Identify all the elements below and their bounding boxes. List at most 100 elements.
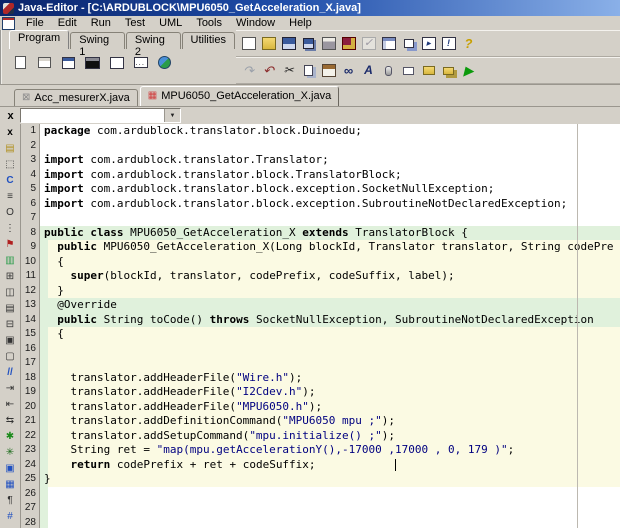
find-button[interactable]: ∞ [339,61,358,80]
code-text[interactable]: } [40,472,620,487]
code-text[interactable]: public class MPU6050_GetAcceleration_X e… [40,225,620,240]
code-text[interactable]: return codePrefix + ret + codeSuffix; [40,457,620,472]
file-tab[interactable]: ⊠ Acc_mesurerX.java [14,89,138,106]
code-text[interactable]: translator.addHeaderFile("Wire.h"); [40,370,620,385]
frame-split-icon[interactable]: ⊞ [2,269,18,285]
menu-test[interactable]: Test [118,17,152,29]
object-icon[interactable]: O [2,205,18,221]
search-input[interactable] [21,109,164,122]
code-editor[interactable]: 1 package com.ardublock.translator.block.… [21,124,620,528]
code-text[interactable] [40,515,620,528]
code-text[interactable]: { [40,254,620,269]
colors-icon[interactable]: ▥ [2,253,18,269]
window-button[interactable] [107,53,126,72]
menu-window[interactable]: Window [229,17,282,29]
frame-grid-icon[interactable]: ⊟ [2,317,18,333]
menu-edit[interactable]: Edit [51,17,84,29]
code-text[interactable]: translator.addHeaderFile("MPU6050.h"); [40,399,620,414]
code-text[interactable]: String ret = "map(mpu.getAccelerationY()… [40,443,620,458]
mouse-button[interactable] [379,61,398,80]
run-button[interactable]: ▶ [459,61,478,80]
file-tab[interactable]: ▦ MPU6050_GetAcceleration_X.java [139,86,340,106]
font-size-button[interactable]: A [359,61,378,80]
code-text[interactable]: } [40,283,620,298]
reformat-icon[interactable]: ⇆ [2,413,18,429]
tree-dark-icon[interactable]: ✳ [2,445,18,461]
applet-button[interactable] [155,53,174,72]
dialog-button[interactable]: ... [131,53,150,72]
structured-page-button[interactable] [35,53,54,72]
code-text[interactable] [40,501,620,516]
code-text[interactable]: public MPU6050_GetAcceleration_X(Long bl… [40,240,620,255]
code-text[interactable] [40,341,620,356]
search-combobox[interactable]: ▼ [20,108,181,123]
panel-alt-icon[interactable]: ▦ [2,477,18,493]
redo-button[interactable]: ↷ [239,61,258,80]
frame-button[interactable] [59,53,78,72]
menu-tools[interactable]: Tools [189,17,229,29]
close-pane-icon[interactable]: x [2,125,18,141]
menu-help[interactable]: Help [282,17,319,29]
code-text[interactable]: import com.ardublock.translator.block.Tr… [40,167,620,182]
paste-button[interactable] [319,61,338,80]
flag-icon[interactable]: ⚑ [2,237,18,253]
code-text[interactable]: import com.ardublock.translator.block.ex… [40,196,620,211]
help-button[interactable]: ? [459,34,478,53]
code-text[interactable] [40,211,620,226]
compile-button[interactable] [339,34,358,53]
selection-frame-icon[interactable]: ⬚ [2,157,18,173]
code-text[interactable]: super(blockId, translator, codePrefix, c… [40,269,620,284]
open-class-button[interactable] [419,61,438,80]
open-file-button[interactable] [259,34,278,53]
browser-window-button[interactable]: ▸ [419,34,438,53]
menu-uml[interactable]: UML [152,17,189,29]
frame-empty-icon[interactable]: ▢ [2,349,18,365]
code-text[interactable] [40,356,620,371]
code-text[interactable]: @Override [40,298,620,313]
dots-icon[interactable]: ⋮ [2,221,18,237]
menu-run[interactable]: Run [84,17,118,29]
close-search-button[interactable]: x [5,110,16,122]
code-text[interactable]: translator.addSetupCommand("mpu.initiali… [40,428,620,443]
outdent-icon[interactable]: ⇤ [2,397,18,413]
save-all-button[interactable] [299,34,318,53]
new-file-button[interactable] [239,34,258,53]
new-program-button[interactable] [11,53,30,72]
palette-tab-program[interactable]: Program [9,30,70,49]
child-window-icon[interactable] [2,16,15,30]
panel-icon[interactable]: ▣ [2,461,18,477]
frame-columns-icon[interactable]: ◫ [2,285,18,301]
tree-icon[interactable]: ✱ [2,429,18,445]
console-window-button[interactable]: ! [439,34,458,53]
open-project-button[interactable] [439,61,458,80]
indent-icon[interactable]: ⇥ [2,381,18,397]
code-text[interactable]: translator.addHeaderFile("I2Cdev.h"); [40,385,620,400]
chevron-down-icon[interactable]: ▼ [164,109,180,122]
palette-tab-swing2[interactable]: Swing 2 [125,32,181,58]
code-text[interactable]: import com.ardublock.translator.block.ex… [40,182,620,197]
code-text[interactable] [40,138,620,153]
check-button-disabled[interactable]: ✓ [359,34,378,53]
code-text[interactable]: import com.ardublock.translator.Translat… [40,153,620,168]
palette-tab-swing1[interactable]: Swing 1 [70,32,125,58]
save-button[interactable] [279,34,298,53]
code-text[interactable]: package com.ardublock.translator.block.D… [40,124,620,139]
menu-file[interactable]: File [19,17,51,29]
console-button[interactable] [83,53,102,72]
hash-icon[interactable]: # [2,509,18,525]
cascade-windows-button[interactable] [399,34,418,53]
frame-rows-icon[interactable]: ▤ [2,301,18,317]
copy-button[interactable] [299,61,318,80]
class-icon[interactable]: C [2,173,18,189]
code-text[interactable] [40,486,620,501]
pilcrow-icon[interactable]: ¶ [2,493,18,509]
structogram-button[interactable] [379,34,398,53]
comment-icon[interactable]: // [2,365,18,381]
open-folder-icon[interactable]: ▤ [2,141,18,157]
code-text[interactable]: { [40,327,620,342]
code-text[interactable]: public String toCode() throws SocketNull… [40,312,620,327]
code-text[interactable]: translator.addDefinitionCommand("MPU6050… [40,414,620,429]
cut-button[interactable]: ✂ [279,61,298,80]
print-button[interactable] [319,34,338,53]
palette-tab-utilities[interactable]: Utilities [181,32,235,49]
